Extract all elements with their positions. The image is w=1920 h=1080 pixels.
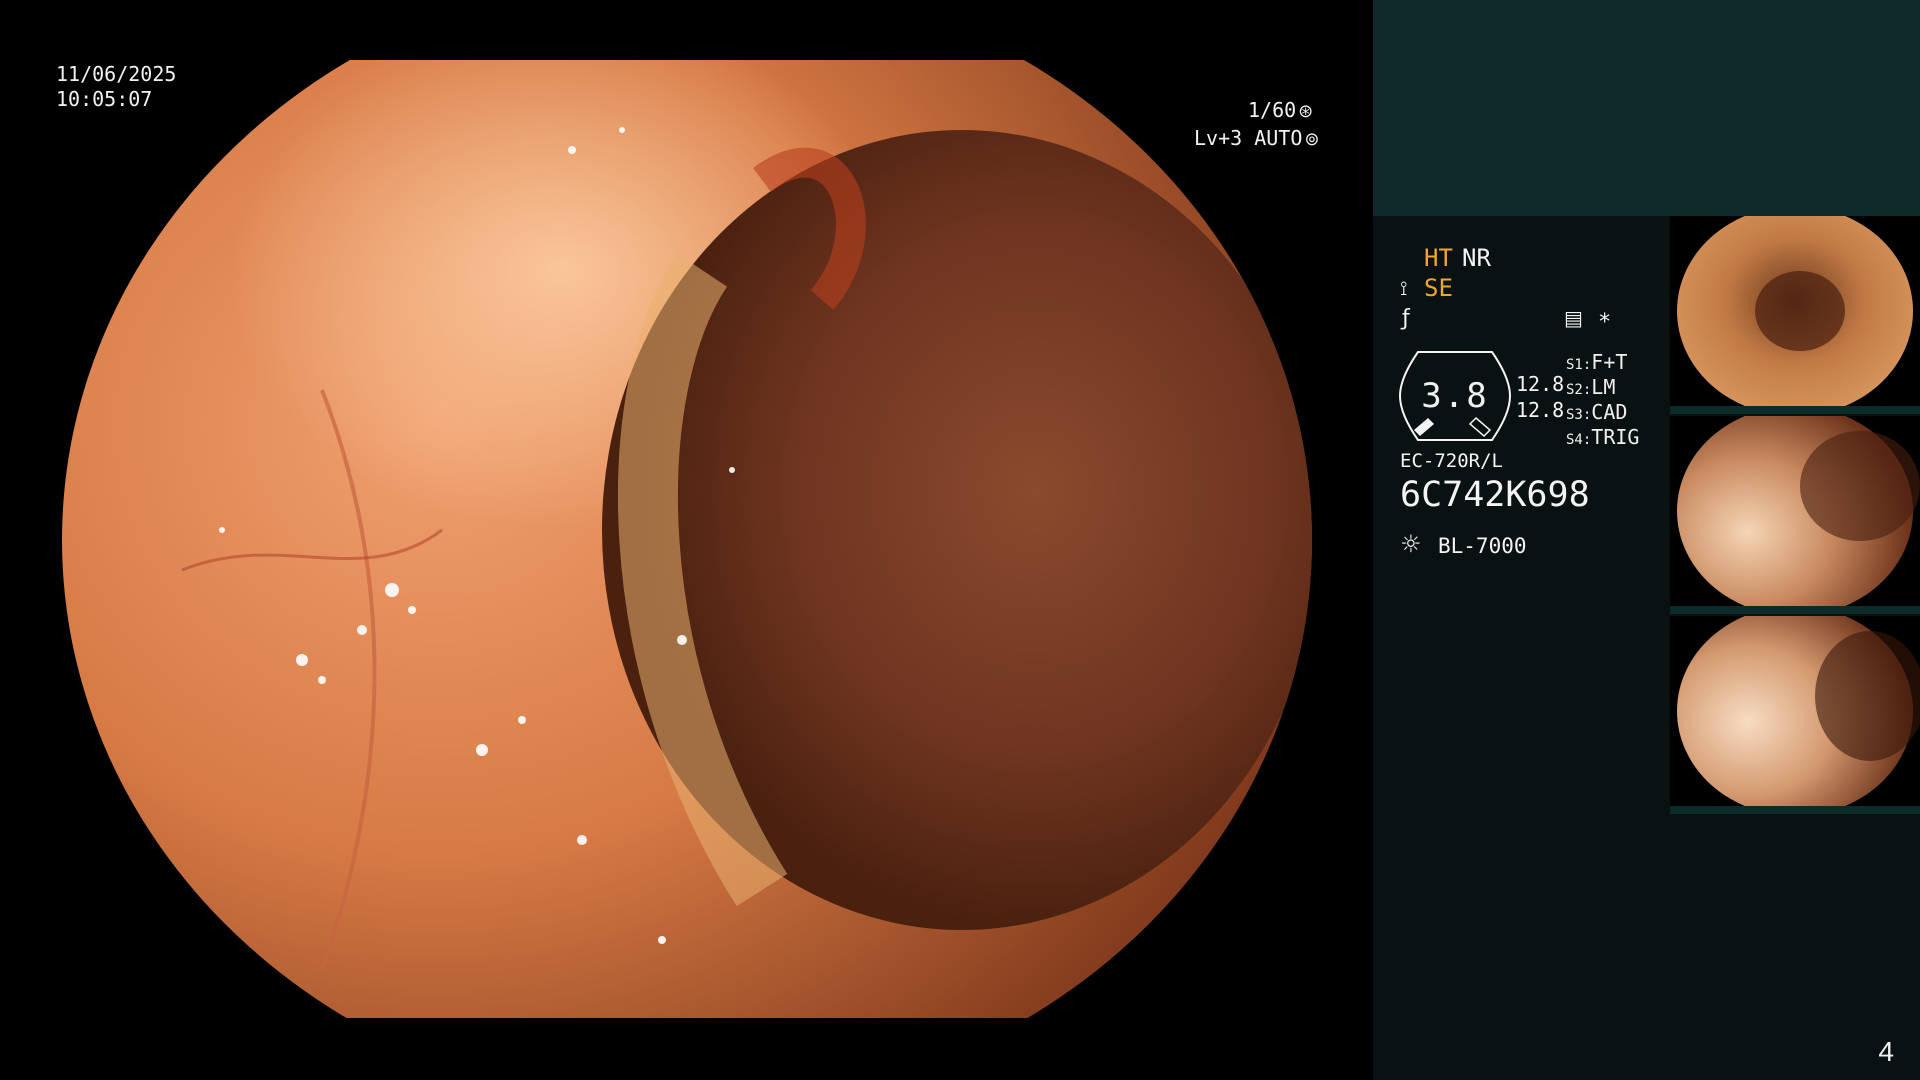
light-source: BL-7000 — [1438, 534, 1527, 558]
nr-label: NR — [1462, 244, 1491, 272]
thumbnail-2[interactable] — [1670, 416, 1920, 606]
colon-mucosa-image — [62, 60, 1312, 1018]
shutter-overlay: 1/60 ⊛ — [1248, 98, 1313, 124]
switch-row-s4: S4:TRIG — [1566, 425, 1640, 449]
switch-row-s3: S3:CAD — [1566, 400, 1628, 424]
time-text: 10:05:07 — [56, 87, 153, 111]
dial-value-top: 12.8 — [1516, 372, 1565, 396]
dial-value-bottom: 12.8 — [1516, 398, 1565, 422]
switch-row-s2: S2:LM — [1566, 375, 1616, 399]
mode-text: AUTO — [1254, 126, 1303, 150]
memo-icon: ▤ — [1564, 306, 1583, 330]
date-text: 11/06/2025 — [56, 62, 177, 86]
thumbnail-2-bar — [1670, 606, 1920, 614]
scope-model: EC-720R/L — [1400, 450, 1503, 472]
level-text: Lv+3 — [1194, 126, 1243, 150]
aperture-icon: ⊛ — [1298, 101, 1314, 122]
thumbnail-1-bar — [1670, 406, 1920, 414]
endoscope-main-view: 11/06/2025 10:05:07 1/60 ⊛ Lv+3 AUTO ⊚ — [0, 0, 1373, 1080]
shutter-text: 1/60 — [1248, 98, 1297, 122]
sun-icon: ☼ — [1400, 530, 1422, 558]
thumbnail-3[interactable] — [1670, 616, 1920, 806]
endoscopic-image — [62, 60, 1312, 1018]
level-overlay: Lv+3 AUTO ⊚ — [1194, 126, 1319, 152]
switch-list: S1:F+T S2:LM S3:CAD S4:TRIG — [1566, 350, 1686, 450]
thumbnail-3-bar — [1670, 806, 1920, 814]
scope-serial: 6C742K698 — [1400, 475, 1590, 515]
thumbnail-1[interactable] — [1670, 216, 1920, 406]
datetime-overlay: 11/06/2025 10:05:07 — [56, 62, 176, 112]
iris-icon: ⊚ — [1304, 129, 1320, 150]
se-label: SE — [1424, 274, 1453, 302]
zoom-dial: 3.8 — [1398, 350, 1512, 442]
page-number: 4 — [1878, 1036, 1894, 1067]
switch-row-s1: S1:F+T — [1566, 350, 1628, 374]
se-icon: ⟟ — [1400, 276, 1408, 300]
star-label: * — [1598, 310, 1612, 335]
dial-value: 3.8 — [1421, 376, 1489, 416]
ht-label: HT — [1424, 244, 1453, 272]
info-panel-header — [1373, 0, 1920, 216]
f-curve-icon: ƒ — [1402, 306, 1410, 331]
